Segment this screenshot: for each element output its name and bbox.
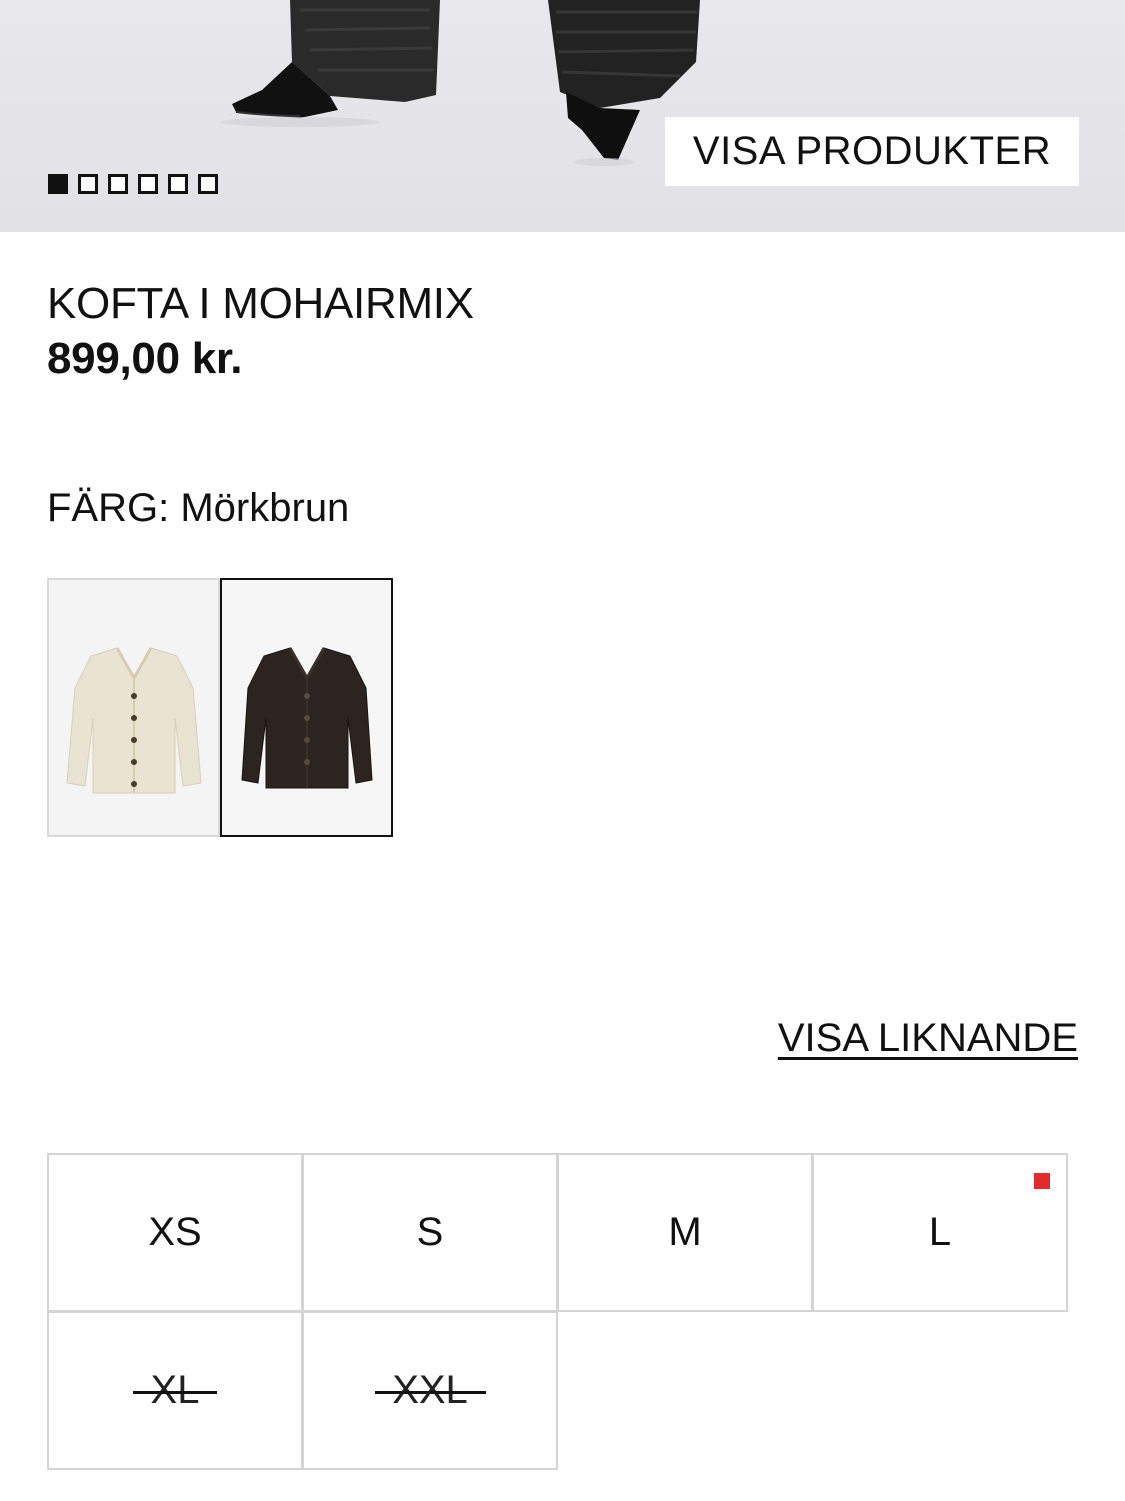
- carousel-dot[interactable]: [198, 174, 218, 194]
- carousel-dot[interactable]: [138, 174, 158, 194]
- color-swatches: [47, 578, 393, 837]
- beige-cardigan-image: [65, 646, 202, 793]
- dark-brown-cardigan-image: [240, 646, 373, 788]
- hero-image[interactable]: VISA PRODUKTER: [0, 0, 1125, 232]
- product-title: KOFTA I MOHAIRMIX: [47, 279, 474, 328]
- size-option-s[interactable]: S: [302, 1153, 558, 1312]
- color-label: FÄRG:: [47, 486, 170, 530]
- carousel-dot[interactable]: [168, 174, 188, 194]
- size-option-m[interactable]: M: [557, 1153, 813, 1312]
- show-products-button[interactable]: VISA PRODUKTER: [665, 117, 1079, 186]
- swatch-beige[interactable]: [47, 578, 220, 837]
- size-label: XS: [148, 1210, 202, 1254]
- size-option-l[interactable]: L: [812, 1153, 1068, 1312]
- show-similar-link[interactable]: VISA LIKNANDE: [778, 1016, 1078, 1061]
- size-label: L: [928, 1210, 952, 1254]
- low-stock-indicator: [1034, 1173, 1050, 1189]
- carousel-dot[interactable]: [108, 174, 128, 194]
- size-option-xxl[interactable]: XXL: [302, 1311, 558, 1470]
- carousel-dot[interactable]: [78, 174, 98, 194]
- size-selector: XS S M L XL XXL: [47, 1153, 1068, 1470]
- size-option-xs[interactable]: XS: [47, 1153, 303, 1312]
- carousel-indicator: [48, 174, 218, 194]
- color-label-row: FÄRG: Mörkbrun: [47, 486, 349, 531]
- model-legs-image: [220, 0, 700, 166]
- size-label: S: [416, 1210, 444, 1254]
- swatch-dark-brown[interactable]: [220, 578, 393, 837]
- carousel-dot[interactable]: [48, 174, 68, 194]
- sold-out-strikethrough: [133, 1390, 217, 1394]
- color-value: Mörkbrun: [180, 486, 350, 530]
- size-label: M: [668, 1210, 702, 1254]
- size-option-xl[interactable]: XL: [47, 1311, 303, 1470]
- sold-out-strikethrough: [374, 1390, 486, 1394]
- product-price: 899,00 kr.: [47, 334, 243, 383]
